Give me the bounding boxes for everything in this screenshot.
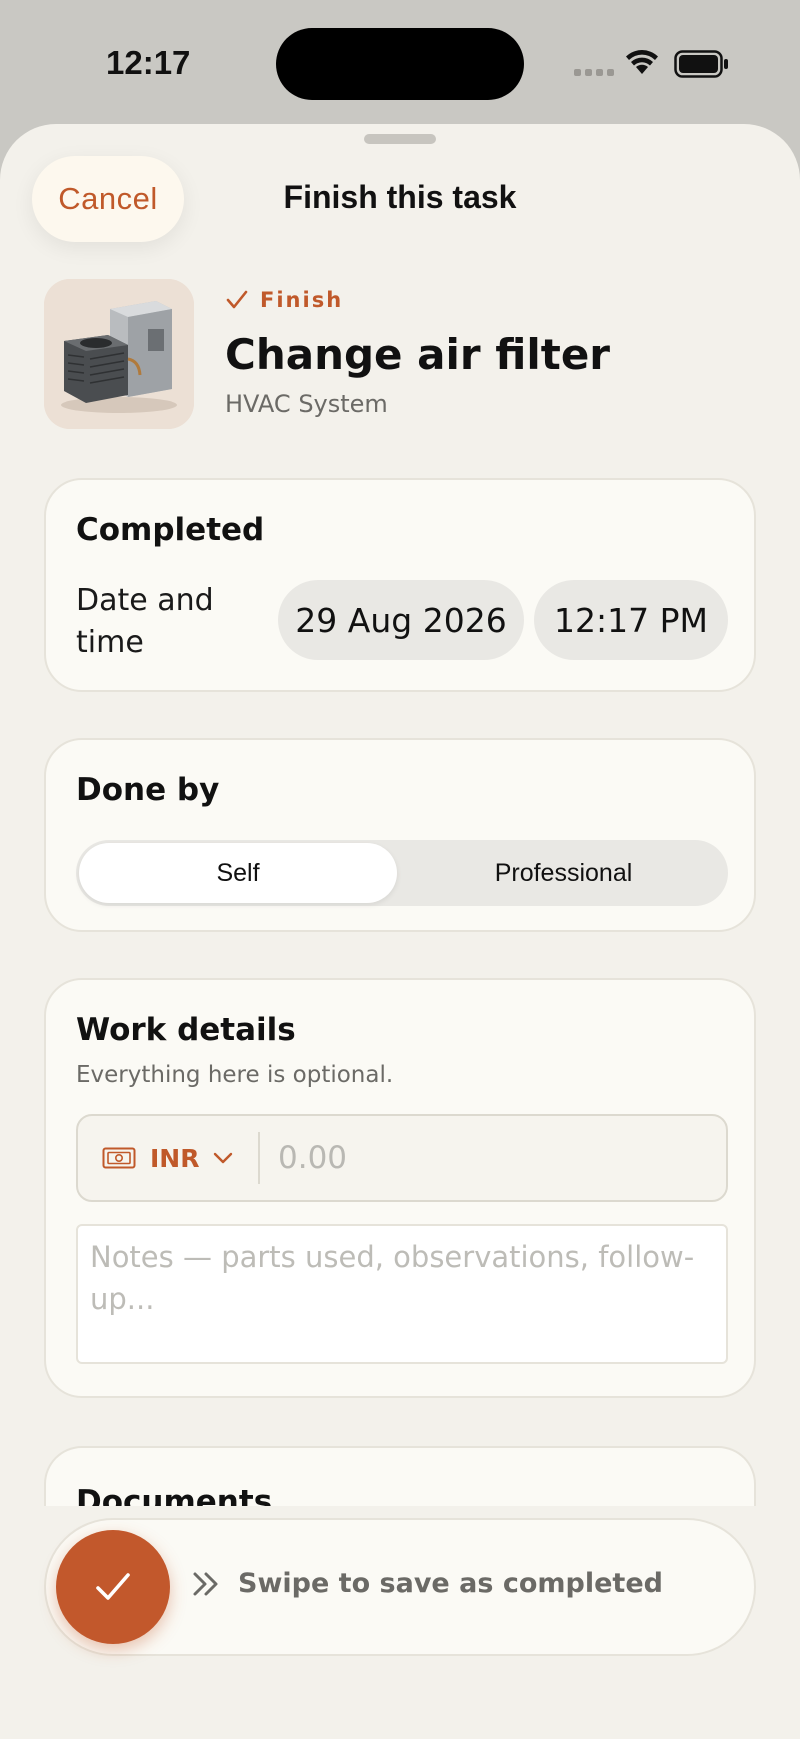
done-by-card: Done by Self Professional xyxy=(44,738,756,932)
segment-self[interactable]: Self xyxy=(79,843,397,903)
double-chevron-right-icon xyxy=(193,1572,218,1596)
cancel-button[interactable]: Cancel xyxy=(32,156,184,242)
date-picker-button[interactable]: 29 Aug 2026 xyxy=(278,580,524,660)
sheet-title: Finish this task xyxy=(283,179,517,215)
completed-title: Completed xyxy=(76,512,265,548)
time-picker-button[interactable]: 12:17 PM xyxy=(534,580,728,660)
sheet-grabber[interactable] xyxy=(364,134,436,144)
currency-code: INR xyxy=(150,1143,200,1173)
completed-card: Completed Date and time 29 Aug 2026 12:1… xyxy=(44,478,756,692)
checkmark-icon xyxy=(226,290,248,309)
status-bar: 12:17 xyxy=(0,0,800,120)
amount-input[interactable] xyxy=(278,1116,698,1200)
chevron-down-icon xyxy=(214,1152,233,1164)
segment-professional[interactable]: Professional xyxy=(402,843,725,903)
finish-tag-label: Finish xyxy=(260,288,344,312)
swipe-label: Swipe to save as completed xyxy=(238,1568,663,1599)
wifi-icon xyxy=(626,50,658,74)
battery-icon xyxy=(674,50,728,78)
swipe-to-save-control[interactable]: Swipe to save as completed xyxy=(44,1518,756,1656)
banknote-icon xyxy=(102,1147,136,1169)
currency-selector[interactable]: INR xyxy=(102,1116,233,1200)
documents-card: Documents xyxy=(44,1446,756,1506)
work-details-title: Work details xyxy=(76,1012,296,1048)
done-by-title: Done by xyxy=(76,772,220,808)
work-details-subtitle: Everything here is optional. xyxy=(76,1062,394,1088)
finish-tag: Finish xyxy=(226,288,343,312)
cost-field: INR xyxy=(76,1114,728,1202)
status-time: 12:17 xyxy=(106,44,191,81)
cellular-signal-icon xyxy=(574,69,614,76)
task-title: Change air filter xyxy=(225,330,611,379)
dynamic-island xyxy=(276,28,524,100)
date-time-label: Date and time xyxy=(76,583,214,660)
finish-task-sheet: Cancel Finish this task Finish Change ai… xyxy=(0,124,800,1739)
field-divider xyxy=(258,1132,260,1184)
done-by-segmented-control: Self Professional xyxy=(76,840,728,906)
swipe-handle[interactable] xyxy=(56,1530,170,1644)
checkmark-icon xyxy=(96,1573,130,1600)
task-category: HVAC System xyxy=(225,390,388,418)
documents-title: Documents xyxy=(76,1484,273,1506)
hvac-unit-image xyxy=(44,279,194,429)
work-details-card: Work details Everything here is optional… xyxy=(44,978,756,1398)
notes-textarea[interactable] xyxy=(76,1224,728,1364)
